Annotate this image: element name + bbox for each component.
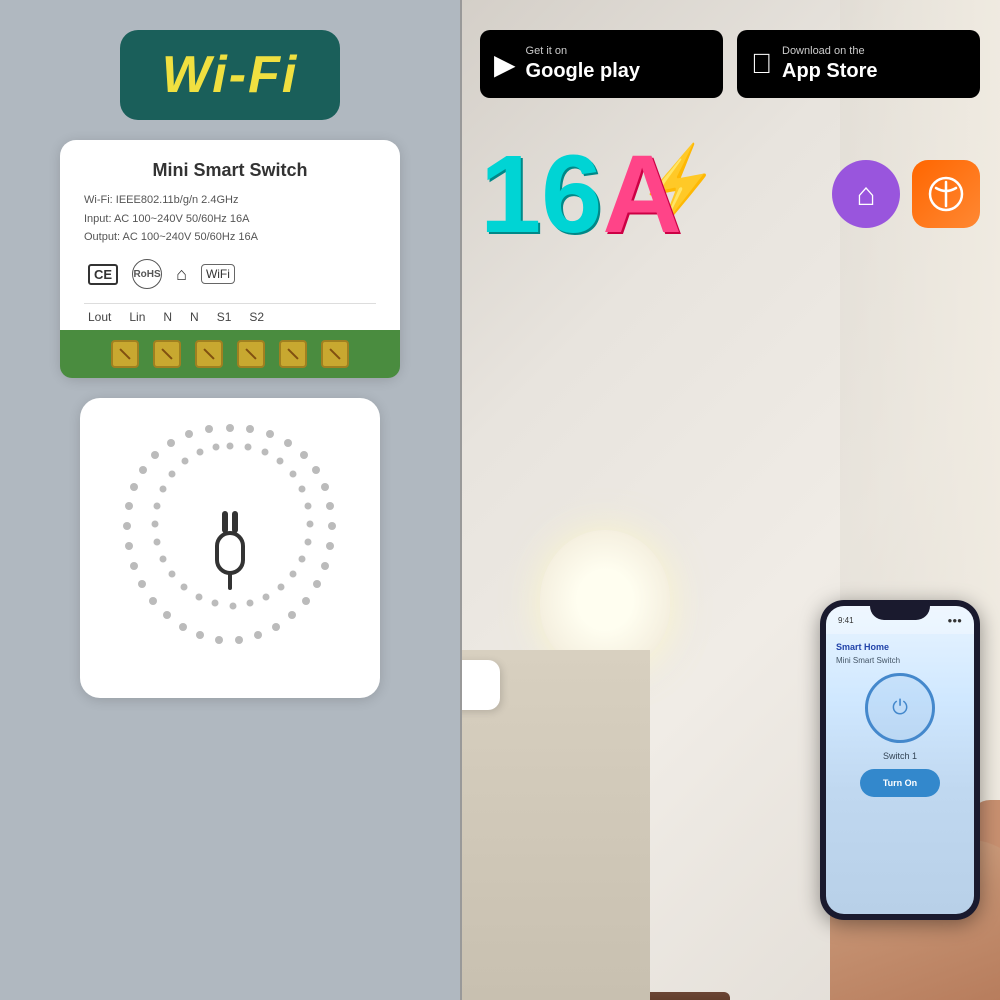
google-play-text: Get it on Google play: [526, 45, 640, 82]
amperage-letter: A: [602, 133, 681, 256]
phone-screen: 9:41 ●●● Smart Home Mini Smart Switch ⏻ …: [826, 606, 974, 914]
google-play-main: Google play: [526, 59, 640, 83]
phone-device-name: Mini Smart Switch: [836, 656, 964, 665]
homekit-symbol: ⌂: [856, 176, 875, 213]
screw-2: [153, 340, 181, 368]
spec-wifi: Wi-Fi: IEEE802.11b/g/n 2.4GHz: [84, 191, 376, 210]
home-icon: ⌂: [176, 264, 187, 285]
wifi-badge: Wi-Fi: [120, 30, 340, 120]
phone: 9:41 ●●● Smart Home Mini Smart Switch ⏻ …: [820, 600, 980, 920]
wifi-small-icon: WiFi: [201, 264, 235, 284]
plug-icon: [195, 503, 265, 593]
wifi-label: Wi-Fi: [162, 45, 299, 105]
phone-switch-label: Switch 1: [836, 751, 964, 761]
lamp-shade: [540, 530, 670, 670]
switch-specs: Wi-Fi: IEEE802.11b/g/n 2.4GHz Input: AC …: [84, 191, 376, 247]
round-device: // will use inline approach below: [80, 398, 380, 698]
tuya-icon: [912, 160, 980, 228]
rohs-icon: RoHS: [132, 259, 162, 289]
terminal-labels: Lout Lin N N S1 S2: [84, 303, 376, 330]
phone-time: 9:41: [838, 616, 854, 625]
bed: [460, 650, 650, 1000]
left-panel: Wi-Fi Mini Smart Switch Wi-Fi: IEEE802.1…: [0, 0, 460, 1000]
screw-5: [279, 340, 307, 368]
app-store-sub: Download on the: [782, 45, 878, 58]
power-icon: ⏻: [892, 697, 908, 720]
screw-1: [111, 340, 139, 368]
phone-btn-label: Turn On: [883, 778, 917, 788]
screw-4: [237, 340, 265, 368]
google-play-badge[interactable]: ▶ Get it on Google play: [480, 30, 723, 98]
bed-pillow: [460, 660, 500, 710]
terminal-n1: N: [163, 310, 172, 324]
switch-device-card: Mini Smart Switch Wi-Fi: IEEE802.11b/g/n…: [60, 140, 400, 378]
amperage-display: 16A: [480, 140, 682, 250]
spec-output: Output: AC 100~240V 50/60Hz 16A: [84, 228, 376, 247]
phone-turn-on-btn[interactable]: Turn On: [860, 769, 940, 797]
terminal-s2: S2: [249, 310, 264, 324]
certification-icons: CE RoHS ⌂ WiFi: [84, 259, 376, 289]
phone-power-circle[interactable]: ⏻: [865, 673, 935, 743]
app-store-text: Download on the App Store: [782, 45, 878, 82]
terminal-n2: N: [190, 310, 199, 324]
terminal-lout: Lout: [88, 310, 111, 324]
app-store-main: App Store: [782, 59, 878, 83]
ce-icon: CE: [88, 264, 118, 285]
google-play-sub: Get it on: [526, 45, 640, 58]
terminal-block: [60, 330, 400, 378]
screw-3: [195, 340, 223, 368]
homekit-icon: ⌂: [832, 160, 900, 228]
phone-container: 9:41 ●●● Smart Home Mini Smart Switch ⏻ …: [800, 600, 1000, 1000]
panel-divider: [460, 0, 462, 1000]
brand-icons-group: ⌂: [832, 160, 980, 228]
tuya-logo-svg: [928, 176, 964, 212]
app-store-badge[interactable]:  Download on the App Store: [737, 30, 980, 98]
apple-icon: : [751, 48, 772, 80]
right-panel: ▶ Get it on Google play  Download on th…: [460, 0, 1000, 1000]
phone-content: Smart Home Mini Smart Switch ⏻ Switch 1 …: [826, 634, 974, 805]
terminal-lin: Lin: [129, 310, 145, 324]
switch-title: Mini Smart Switch: [84, 160, 376, 181]
phone-notch: [870, 600, 930, 620]
phone-signal: ●●●: [948, 616, 963, 625]
terminal-s1: S1: [217, 310, 232, 324]
screw-6: [321, 340, 349, 368]
phone-app-title: Smart Home: [836, 642, 964, 652]
app-badges-row: ▶ Get it on Google play  Download on th…: [480, 30, 980, 98]
google-play-icon: ▶: [494, 48, 516, 81]
amperage-number: 16: [480, 133, 602, 256]
spec-input: Input: AC 100~240V 50/60Hz 16A: [84, 210, 376, 229]
